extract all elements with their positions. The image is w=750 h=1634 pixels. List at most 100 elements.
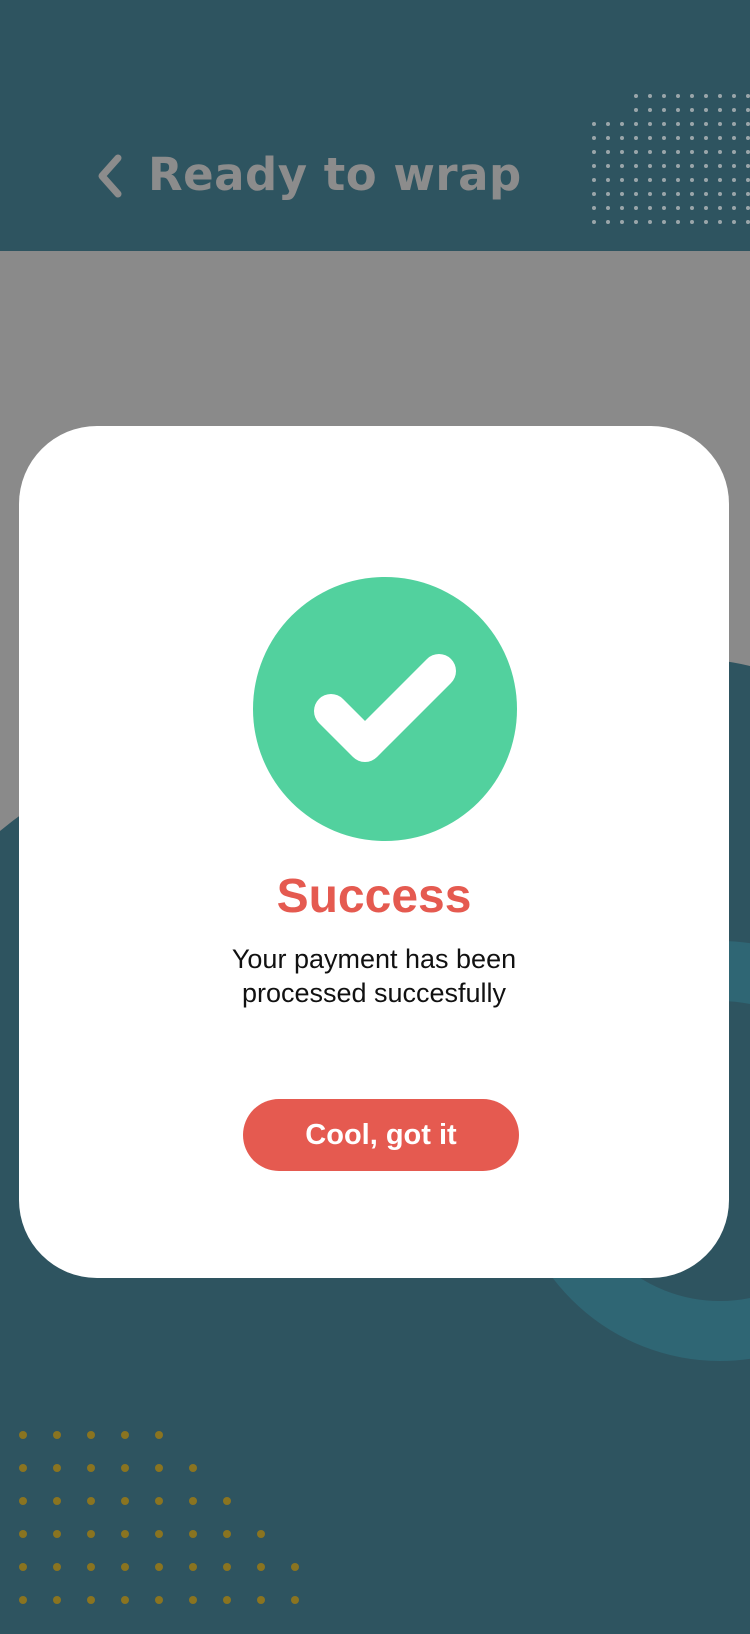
- decorative-dot: [257, 1530, 265, 1538]
- decorative-dot: [53, 1497, 61, 1505]
- success-dialog: Success Your payment has been processed …: [19, 426, 729, 1278]
- decorative-dot: [634, 206, 638, 210]
- decorative-dot: [746, 108, 750, 112]
- decorative-dot: [592, 178, 596, 182]
- decorative-dot: [155, 1596, 163, 1604]
- decorative-dot: [19, 1464, 27, 1472]
- decorative-dot: [592, 220, 596, 224]
- decorative-dot: [291, 1563, 299, 1571]
- decorative-dot: [87, 1530, 95, 1538]
- decorative-dot: [223, 1596, 231, 1604]
- decorative-dot: [690, 164, 694, 168]
- decorative-dot: [662, 220, 666, 224]
- decorative-dot: [19, 1596, 27, 1604]
- decorative-dot: [732, 122, 736, 126]
- decorative-dot: [592, 192, 596, 196]
- decorative-dot: [662, 206, 666, 210]
- decorative-dot: [704, 164, 708, 168]
- decorative-dot: [662, 108, 666, 112]
- decorative-dot: [690, 150, 694, 154]
- decorative-dot: [648, 136, 652, 140]
- decorative-dot: [704, 108, 708, 112]
- decorative-dot: [718, 150, 722, 154]
- decorative-dot: [606, 192, 610, 196]
- page-title: Ready to wrap: [148, 148, 522, 201]
- confirm-button[interactable]: Cool, got it: [243, 1099, 519, 1171]
- decorative-dot: [53, 1596, 61, 1604]
- decorative-dot: [690, 122, 694, 126]
- decorative-dot: [718, 178, 722, 182]
- decorative-dot: [676, 192, 680, 196]
- decorative-dot: [662, 136, 666, 140]
- decorative-dot: [690, 136, 694, 140]
- decorative-dot: [648, 220, 652, 224]
- decorative-dot: [223, 1530, 231, 1538]
- decorative-dot: [732, 164, 736, 168]
- decorative-dot: [606, 220, 610, 224]
- decorative-dot: [704, 220, 708, 224]
- decorative-dot: [121, 1596, 129, 1604]
- decorative-dot: [592, 206, 596, 210]
- decorative-dot: [606, 150, 610, 154]
- decorative-dot: [718, 164, 722, 168]
- decorative-dot: [53, 1431, 61, 1439]
- decorative-dot: [648, 178, 652, 182]
- decorative-dot: [648, 108, 652, 112]
- decorative-dot: [606, 136, 610, 140]
- decorative-dot: [634, 164, 638, 168]
- decorative-dot: [87, 1563, 95, 1571]
- decorative-dot: [732, 220, 736, 224]
- decorative-dot: [87, 1464, 95, 1472]
- decorative-dot-grid: [19, 1431, 299, 1604]
- decorative-dot: [718, 192, 722, 196]
- decorative-dot: [291, 1596, 299, 1604]
- message-line-2: processed succesfully: [241, 978, 507, 1008]
- decorative-dot: [155, 1464, 163, 1472]
- dialog-title: Success: [276, 870, 472, 923]
- decorative-dot: [718, 206, 722, 210]
- decorative-dot: [746, 178, 750, 182]
- decorative-dot: [257, 1563, 265, 1571]
- decorative-dot: [155, 1497, 163, 1505]
- decorative-dot: [662, 178, 666, 182]
- decorative-dot: [676, 94, 680, 98]
- decorative-dot: [592, 150, 596, 154]
- chevron-left-icon[interactable]: [92, 152, 132, 200]
- decorative-dot: [704, 192, 708, 196]
- decorative-dot: [121, 1464, 129, 1472]
- decorative-dot: [634, 150, 638, 154]
- decorative-dot: [53, 1530, 61, 1538]
- decorative-dot: [746, 164, 750, 168]
- decorative-dot: [634, 220, 638, 224]
- decorative-dot: [718, 136, 722, 140]
- decorative-dot: [87, 1497, 95, 1505]
- decorative-dot: [606, 164, 610, 168]
- decorative-dot: [121, 1530, 129, 1538]
- decorative-dot: [634, 122, 638, 126]
- decorative-dot: [606, 122, 610, 126]
- decorative-dot: [704, 206, 708, 210]
- decorative-dot: [223, 1563, 231, 1571]
- check-circle-icon: [253, 577, 517, 841]
- decorative-dot: [19, 1497, 27, 1505]
- decorative-dot: [690, 220, 694, 224]
- decorative-dot: [257, 1596, 265, 1604]
- decorative-dot: [189, 1530, 197, 1538]
- decorative-dot: [704, 94, 708, 98]
- decorative-dot: [676, 122, 680, 126]
- decorative-dot: [155, 1431, 163, 1439]
- decorative-dot: [121, 1497, 129, 1505]
- decorative-dot: [746, 94, 750, 98]
- decorative-dot: [606, 206, 610, 210]
- decorative-dot: [19, 1563, 27, 1571]
- decorative-dot: [718, 108, 722, 112]
- decorative-dot: [704, 178, 708, 182]
- decorative-dot: [620, 150, 624, 154]
- decorative-dot: [620, 136, 624, 140]
- decorative-dot: [620, 122, 624, 126]
- decorative-dot: [704, 122, 708, 126]
- decorative-dot: [634, 136, 638, 140]
- message-line-1: Your payment has been: [231, 944, 517, 974]
- decorative-dot: [648, 94, 652, 98]
- decorative-dot: [155, 1563, 163, 1571]
